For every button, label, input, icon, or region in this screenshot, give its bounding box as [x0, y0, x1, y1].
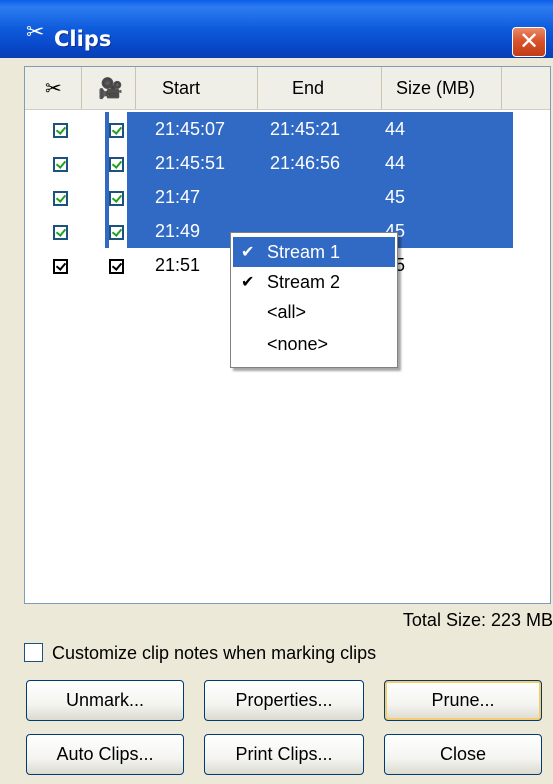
stream-checkbox[interactable]	[109, 225, 124, 240]
table-row[interactable]: 21:45:07 21:45:21 44	[25, 112, 550, 146]
customize-notes-checkbox[interactable]	[24, 643, 43, 662]
row-start: 21:45:51	[155, 153, 226, 173]
clip-mark-checkbox[interactable]	[53, 157, 68, 172]
clip-mark-checkbox[interactable]	[53, 123, 68, 138]
customize-notes-label[interactable]: Customize clip notes when marking clips	[52, 641, 376, 665]
row-start: 21:47	[155, 187, 201, 207]
print-clips-button[interactable]: Print Clips...	[204, 734, 364, 775]
properties-button[interactable]: Properties...	[204, 680, 364, 721]
unmark-button[interactable]: Unmark...	[26, 680, 184, 721]
clip-mark-checkbox[interactable]	[53, 191, 68, 206]
window-title: Clips	[54, 27, 112, 51]
row-size: 44	[385, 153, 406, 173]
column-header-start[interactable]: Start	[136, 67, 258, 109]
row-end: 21:45:21	[270, 119, 341, 139]
row-start: 21:51	[155, 255, 201, 275]
row-end: 21:46:56	[270, 153, 341, 173]
stream-checkbox[interactable]	[109, 123, 124, 138]
clips-list[interactable]: ✂ 🎥 Start End Size (MB) 21:45:07 21:45:2…	[24, 66, 551, 604]
row-start: 21:45:07	[155, 119, 226, 139]
clip-mark-checkbox[interactable]	[53, 259, 68, 274]
column-header-cut[interactable]: ✂	[25, 67, 82, 109]
menu-item-all[interactable]: <all>	[233, 297, 395, 327]
menu-item-none[interactable]: <none>	[233, 329, 395, 359]
menu-item-stream-2[interactable]: ✔ Stream 2	[233, 267, 395, 297]
prune-button[interactable]: Prune...	[384, 680, 542, 721]
row-size: 44	[385, 119, 406, 139]
close-icon: ✕	[518, 27, 540, 55]
title-bar[interactable]: ✂ Clips ✕	[0, 0, 553, 58]
table-row[interactable]: 21:45:51 21:46:56 44	[25, 146, 550, 180]
stream-checkbox[interactable]	[109, 157, 124, 172]
row-size: 45	[385, 187, 406, 207]
column-header-stream[interactable]: 🎥	[82, 67, 136, 109]
auto-clips-button[interactable]: Auto Clips...	[26, 734, 184, 775]
check-icon: ✔	[241, 242, 255, 261]
close-window-button[interactable]: ✕	[512, 27, 546, 57]
total-size: Total Size: 223 MB	[402, 610, 553, 630]
scissors-icon: ✂	[26, 20, 45, 45]
table-row[interactable]: 21:47 45	[25, 180, 550, 214]
clip-mark-checkbox[interactable]	[53, 225, 68, 240]
close-button[interactable]: Close	[384, 734, 542, 775]
stream-checkbox[interactable]	[109, 191, 124, 206]
camera-icon: 🎥	[98, 76, 123, 100]
menu-item-stream-1[interactable]: ✔ Stream 1	[233, 237, 395, 267]
stream-checkbox[interactable]	[109, 259, 124, 274]
scissors-icon: ✂	[45, 76, 62, 100]
list-header: ✂ 🎥 Start End Size (MB)	[25, 67, 550, 110]
column-header-end[interactable]: End	[258, 67, 382, 109]
column-header-size[interactable]: Size (MB)	[382, 67, 502, 109]
stream-context-menu: ✔ Stream 1 ✔ Stream 2 <all> <none>	[230, 232, 398, 368]
row-start: 21:49	[155, 221, 201, 241]
check-icon: ✔	[241, 272, 255, 291]
